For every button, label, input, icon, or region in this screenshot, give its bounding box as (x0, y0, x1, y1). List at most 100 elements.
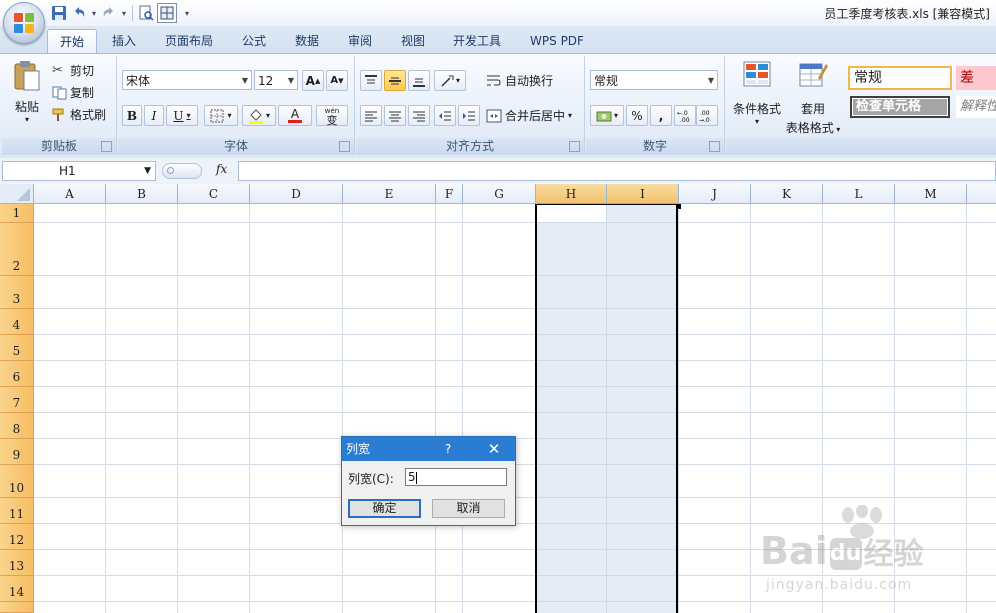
column-header-g[interactable]: G (463, 184, 536, 204)
conditional-format-button[interactable]: 条件格式 ▾ (730, 60, 784, 126)
freeze-panes-icon[interactable] (157, 3, 177, 23)
shrink-font-button[interactable]: A ▼ (326, 70, 348, 91)
align-left-button[interactable] (360, 105, 382, 126)
row-header-13[interactable]: 13 (0, 550, 34, 576)
align-right-button[interactable] (408, 105, 430, 126)
fill-handle[interactable] (676, 204, 681, 209)
help-icon[interactable]: ? (441, 437, 455, 461)
column-header-e[interactable]: E (343, 184, 436, 204)
copy-button[interactable]: 复制 (52, 84, 94, 101)
column-header-c[interactable]: C (178, 184, 250, 204)
increase-indent-button[interactable] (458, 105, 480, 126)
row-header-5[interactable]: 5 (0, 335, 34, 361)
style-check-cell[interactable]: 检查单元格 (850, 96, 950, 118)
align-middle-button[interactable] (384, 70, 406, 91)
formula-expand-button[interactable] (162, 163, 202, 179)
row-header-8[interactable]: 8 (0, 413, 34, 439)
column-header-l[interactable]: L (823, 184, 895, 204)
format-as-table-button[interactable]: 套用 表格格式 ▾ (784, 60, 842, 136)
tab-view[interactable]: 视图 (393, 29, 433, 53)
column-header-k[interactable]: K (751, 184, 823, 204)
number-launcher-icon[interactable] (709, 141, 720, 152)
row-header-10[interactable]: 10 (0, 465, 34, 498)
tab-wps-pdf[interactable]: WPS PDF (522, 29, 592, 53)
tab-home[interactable]: 开始 (47, 29, 97, 54)
tab-developer[interactable]: 开发工具 (446, 29, 508, 53)
increase-decimal-button[interactable]: ←.0.00 (674, 105, 696, 126)
row-header-12[interactable]: 12 (0, 524, 34, 550)
clipboard-launcher-icon[interactable] (101, 141, 112, 152)
column-header-d[interactable]: D (250, 184, 343, 204)
percent-button[interactable]: % (626, 105, 648, 126)
wrap-text-button[interactable]: 自动换行 (486, 72, 553, 89)
close-icon[interactable]: ✕ (485, 437, 503, 461)
column-header-f[interactable]: F (436, 184, 463, 204)
style-bad[interactable]: 差 (956, 66, 996, 90)
tab-insert[interactable]: 插入 (104, 29, 144, 53)
orientation-button[interactable]: ▾ (434, 70, 466, 91)
align-bottom-button[interactable] (408, 70, 430, 91)
row-header-1[interactable]: 1 (0, 204, 34, 223)
grow-font-button[interactable]: A ▲ (302, 70, 324, 91)
column-header-j[interactable]: J (679, 184, 751, 204)
row-header-11[interactable]: 11 (0, 498, 34, 524)
italic-button[interactable]: I (144, 105, 164, 126)
column-header-h[interactable]: H (536, 184, 607, 204)
borders-button[interactable]: ▾ (204, 105, 238, 126)
row-header-4[interactable]: 4 (0, 309, 34, 335)
column-header-a[interactable]: A (34, 184, 106, 204)
row-header-2[interactable]: 2 (0, 223, 34, 276)
font-size-combo[interactable]: 12 ▼ (254, 70, 298, 90)
cancel-button[interactable]: 取消 (432, 499, 505, 518)
font-launcher-icon[interactable] (339, 141, 350, 152)
align-top-button[interactable] (360, 70, 382, 91)
formula-input[interactable] (238, 161, 996, 181)
fill-color-button[interactable]: ▾ (242, 105, 276, 126)
column-header-m[interactable]: M (895, 184, 967, 204)
undo-dropdown-icon[interactable]: ▾ (90, 9, 98, 18)
ok-button[interactable]: 确定 (348, 499, 421, 518)
comma-button[interactable]: , (650, 105, 672, 126)
column-width-input[interactable]: 5 (405, 468, 507, 486)
style-normal[interactable]: 常规 (848, 66, 952, 90)
active-cell-h1[interactable] (537, 205, 606, 222)
tab-page-layout[interactable]: 页面布局 (158, 29, 220, 53)
decrease-indent-button[interactable] (434, 105, 456, 126)
redo-icon[interactable] (100, 4, 118, 22)
font-color-button[interactable]: A (278, 105, 312, 126)
redo-dropdown-icon[interactable]: ▾ (120, 9, 128, 18)
column-header-n-partial[interactable] (967, 184, 996, 204)
alignment-launcher-icon[interactable] (569, 141, 580, 152)
row-header-3[interactable]: 3 (0, 276, 34, 309)
column-header-b[interactable]: B (106, 184, 178, 204)
row-header-7[interactable]: 7 (0, 387, 34, 413)
print-preview-icon[interactable] (137, 4, 155, 22)
undo-icon[interactable] (70, 4, 88, 22)
customize-toolbar-icon[interactable]: ▾ (183, 9, 191, 18)
tab-review[interactable]: 审阅 (340, 29, 380, 53)
cut-button[interactable]: ✂ 剪切 (52, 62, 94, 79)
save-icon[interactable] (50, 4, 68, 22)
row-header-9[interactable]: 9 (0, 439, 34, 465)
dialog-title-bar[interactable]: 列宽 ? ✕ (342, 437, 515, 461)
number-format-combo[interactable]: 常规 ▼ (590, 70, 718, 90)
select-all-corner[interactable] (0, 184, 34, 204)
style-explanatory[interactable]: 解释性 (956, 96, 996, 118)
insert-function-icon[interactable]: fx (216, 162, 227, 176)
tab-formulas[interactable]: 公式 (234, 29, 274, 53)
name-box[interactable]: H1 ▼ (2, 161, 156, 181)
decrease-decimal-button[interactable]: .00 →.0 (696, 105, 718, 126)
merge-center-button[interactable]: 合并后居中 ▾ (486, 107, 572, 124)
font-name-combo[interactable]: 宋体 ▼ (122, 70, 252, 90)
row-header-6[interactable]: 6 (0, 361, 34, 387)
phonetic-button[interactable]: wén 变 (316, 105, 348, 126)
paste-button[interactable]: 粘贴 ▾ (10, 60, 44, 124)
currency-button[interactable]: ▾ (590, 105, 624, 126)
tab-data[interactable]: 数据 (287, 29, 327, 53)
office-button[interactable] (3, 2, 45, 44)
row-header-15-partial[interactable] (0, 602, 34, 613)
row-header-14[interactable]: 14 (0, 576, 34, 602)
align-center-button[interactable] (384, 105, 406, 126)
column-header-i[interactable]: I (607, 184, 679, 204)
underline-button[interactable]: U ▾ (166, 105, 198, 126)
